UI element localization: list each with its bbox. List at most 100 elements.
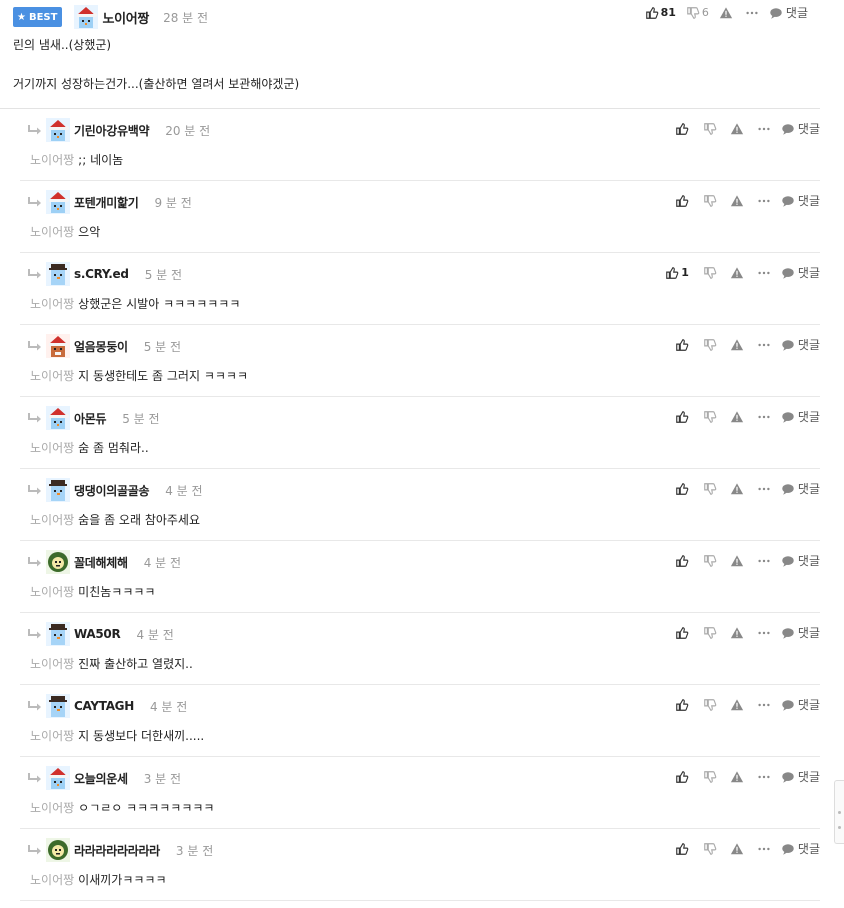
more-button[interactable] (757, 626, 771, 640)
like-button[interactable] (675, 194, 689, 208)
reply-header: s.CRY.ed 5 분 전 (28, 262, 182, 286)
reply-author[interactable]: 댕댕이의골골송 (74, 482, 149, 499)
dislike-button[interactable] (703, 698, 717, 712)
avatar[interactable] (46, 838, 74, 862)
reply-author[interactable]: 포텐개미핥기 (74, 194, 139, 211)
more-button[interactable] (757, 338, 771, 352)
avatar[interactable] (74, 5, 99, 29)
reply-button[interactable]: 댓글 (781, 120, 820, 137)
reply-mention[interactable]: 노이어짱 (30, 225, 74, 239)
like-button[interactable] (675, 482, 689, 496)
avatar[interactable] (46, 478, 74, 502)
reply-button[interactable]: 댓글 (781, 840, 820, 857)
like-button[interactable] (675, 770, 689, 784)
reply-mention[interactable]: 노이어짱 (30, 801, 74, 815)
reply-author[interactable]: CAYTAGH (74, 699, 134, 713)
reply-author[interactable]: 아몬듀 (74, 410, 107, 427)
like-button[interactable]: 81 (645, 6, 676, 20)
reply-button[interactable]: 댓글 (781, 408, 820, 425)
reply-author[interactable]: WA50R (74, 627, 121, 641)
avatar[interactable] (46, 334, 74, 358)
reply-button[interactable]: 댓글 (781, 264, 820, 281)
dislike-button[interactable] (703, 626, 717, 640)
reply-button[interactable]: 댓글 (769, 4, 808, 21)
reply-button[interactable]: 댓글 (781, 336, 820, 353)
more-button[interactable] (757, 842, 771, 856)
report-button[interactable] (730, 554, 744, 568)
report-button[interactable] (730, 410, 744, 424)
more-button[interactable] (745, 6, 759, 20)
reply-text: 상했군은 시발아 ㅋㅋㅋㅋㅋㅋㅋ (78, 297, 241, 311)
avatar[interactable] (46, 694, 74, 718)
reply-author[interactable]: 꼴데해체해 (74, 554, 128, 571)
more-button[interactable] (757, 554, 771, 568)
reply-mention[interactable]: 노이어짱 (30, 297, 74, 311)
like-button[interactable] (675, 698, 689, 712)
avatar[interactable] (46, 766, 74, 790)
reply-mention[interactable]: 노이어짱 (30, 153, 74, 167)
comment-text-line: 린의 냄새..(상했군) (13, 38, 112, 52)
dislike-button[interactable] (703, 842, 717, 856)
report-button[interactable] (730, 266, 744, 280)
reply-button[interactable]: 댓글 (781, 696, 820, 713)
comment-author[interactable]: 노이어짱 (102, 8, 149, 27)
more-button[interactable] (757, 410, 771, 424)
reply-author[interactable]: 오늘의운세 (74, 770, 128, 787)
more-button[interactable] (757, 482, 771, 496)
like-button[interactable] (675, 338, 689, 352)
reply-mention[interactable]: 노이어짱 (30, 585, 74, 599)
avatar[interactable] (46, 118, 74, 142)
more-button[interactable] (757, 770, 771, 784)
dislike-button[interactable] (703, 482, 717, 496)
avatar[interactable] (46, 190, 74, 214)
reply-button[interactable]: 댓글 (781, 480, 820, 497)
like-button[interactable] (675, 842, 689, 856)
reply-mention[interactable]: 노이어짱 (30, 729, 74, 743)
reply-time: 5 분 전 (122, 411, 160, 426)
report-button[interactable] (730, 770, 744, 784)
reply-button[interactable]: 댓글 (781, 624, 820, 641)
reply-author[interactable]: 라라라라라라라라 (74, 842, 160, 859)
reply-mention[interactable]: 노이어짱 (30, 657, 74, 671)
report-button[interactable] (730, 122, 744, 136)
report-button[interactable] (730, 842, 744, 856)
dislike-button[interactable] (703, 266, 717, 280)
reply-button[interactable]: 댓글 (781, 552, 820, 569)
report-button[interactable] (719, 6, 733, 20)
more-button[interactable] (757, 266, 771, 280)
avatar[interactable] (46, 622, 74, 646)
dislike-button[interactable] (703, 410, 717, 424)
dislike-button[interactable]: 6 (686, 6, 709, 20)
report-button[interactable] (730, 626, 744, 640)
reply-button[interactable]: 댓글 (781, 192, 820, 209)
like-button[interactable] (675, 554, 689, 568)
more-button[interactable] (757, 194, 771, 208)
report-button[interactable] (730, 698, 744, 712)
like-button[interactable] (675, 626, 689, 640)
scroll-tab[interactable] (834, 780, 844, 844)
like-button[interactable] (675, 410, 689, 424)
like-button[interactable] (675, 122, 689, 136)
dislike-button[interactable] (703, 554, 717, 568)
report-button[interactable] (730, 338, 744, 352)
reply-mention[interactable]: 노이어짱 (30, 873, 74, 887)
avatar[interactable] (46, 550, 74, 574)
reply-mention[interactable]: 노이어짱 (30, 441, 74, 455)
report-button[interactable] (730, 482, 744, 496)
avatar[interactable] (46, 406, 74, 430)
dislike-button[interactable] (703, 338, 717, 352)
reply-mention[interactable]: 노이어짱 (30, 369, 74, 383)
more-button[interactable] (757, 122, 771, 136)
dislike-button[interactable] (703, 194, 717, 208)
reply-button[interactable]: 댓글 (781, 768, 820, 785)
more-button[interactable] (757, 698, 771, 712)
dislike-button[interactable] (703, 770, 717, 784)
reply-author[interactable]: s.CRY.ed (74, 267, 129, 281)
reply-author[interactable]: 기린아강유백약 (74, 122, 149, 139)
dislike-button[interactable] (703, 122, 717, 136)
report-button[interactable] (730, 194, 744, 208)
reply-author[interactable]: 얼음몽둥이 (74, 338, 128, 355)
avatar[interactable] (46, 262, 74, 286)
reply-mention[interactable]: 노이어짱 (30, 513, 74, 527)
like-button[interactable]: 1 (665, 266, 689, 280)
